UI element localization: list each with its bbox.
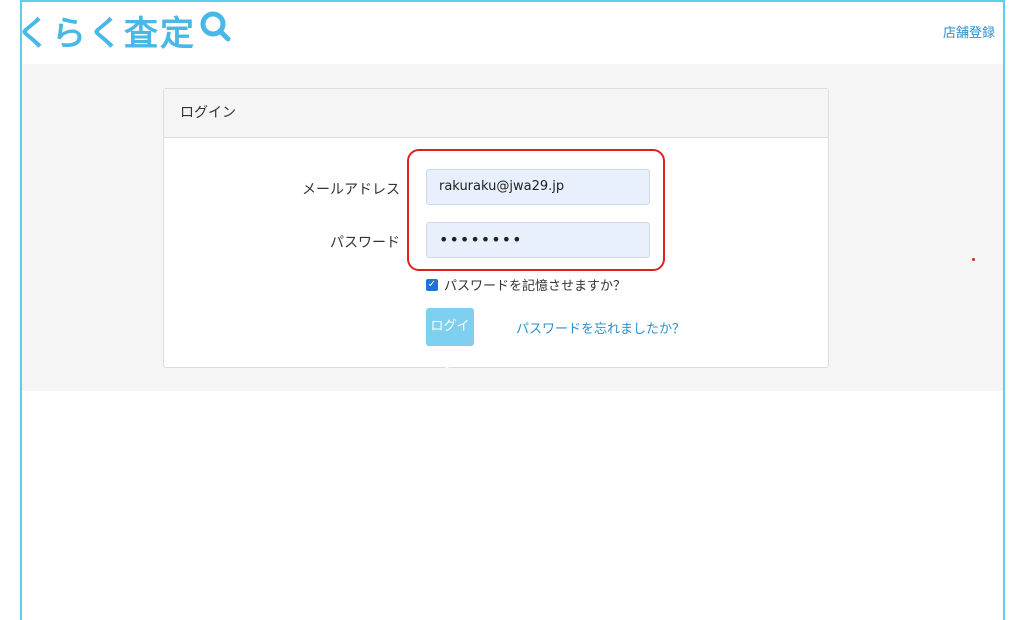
- site-logo[interactable]: くらく査定: [20, 8, 232, 54]
- remember-checkbox[interactable]: ✓: [426, 278, 438, 291]
- store-register-link[interactable]: 店舗登録: [943, 22, 995, 41]
- search-icon: [198, 9, 232, 52]
- password-label: パスワード: [330, 235, 400, 251]
- navbar: くらく査定 店舗登録: [22, 2, 1003, 65]
- annotation-dot: [972, 258, 975, 261]
- remember-label[interactable]: パスワードを記憶させますか？: [444, 275, 626, 294]
- logo-text: くらく査定: [20, 13, 196, 54]
- email-label: メールアドレス: [302, 182, 400, 198]
- card-title: ログイン: [164, 89, 828, 138]
- remember-row: ✓ パスワードを記憶させますか？: [426, 275, 626, 294]
- login-button[interactable]: ログイン: [426, 308, 474, 372]
- annotation-highlight-box: [407, 149, 665, 271]
- forgot-password-link[interactable]: パスワードを忘れましたか？: [516, 318, 685, 337]
- browser-frame: くらく査定 店舗登録 ログイン メールアドレス rakuraku@jwa29.j…: [20, 0, 1005, 620]
